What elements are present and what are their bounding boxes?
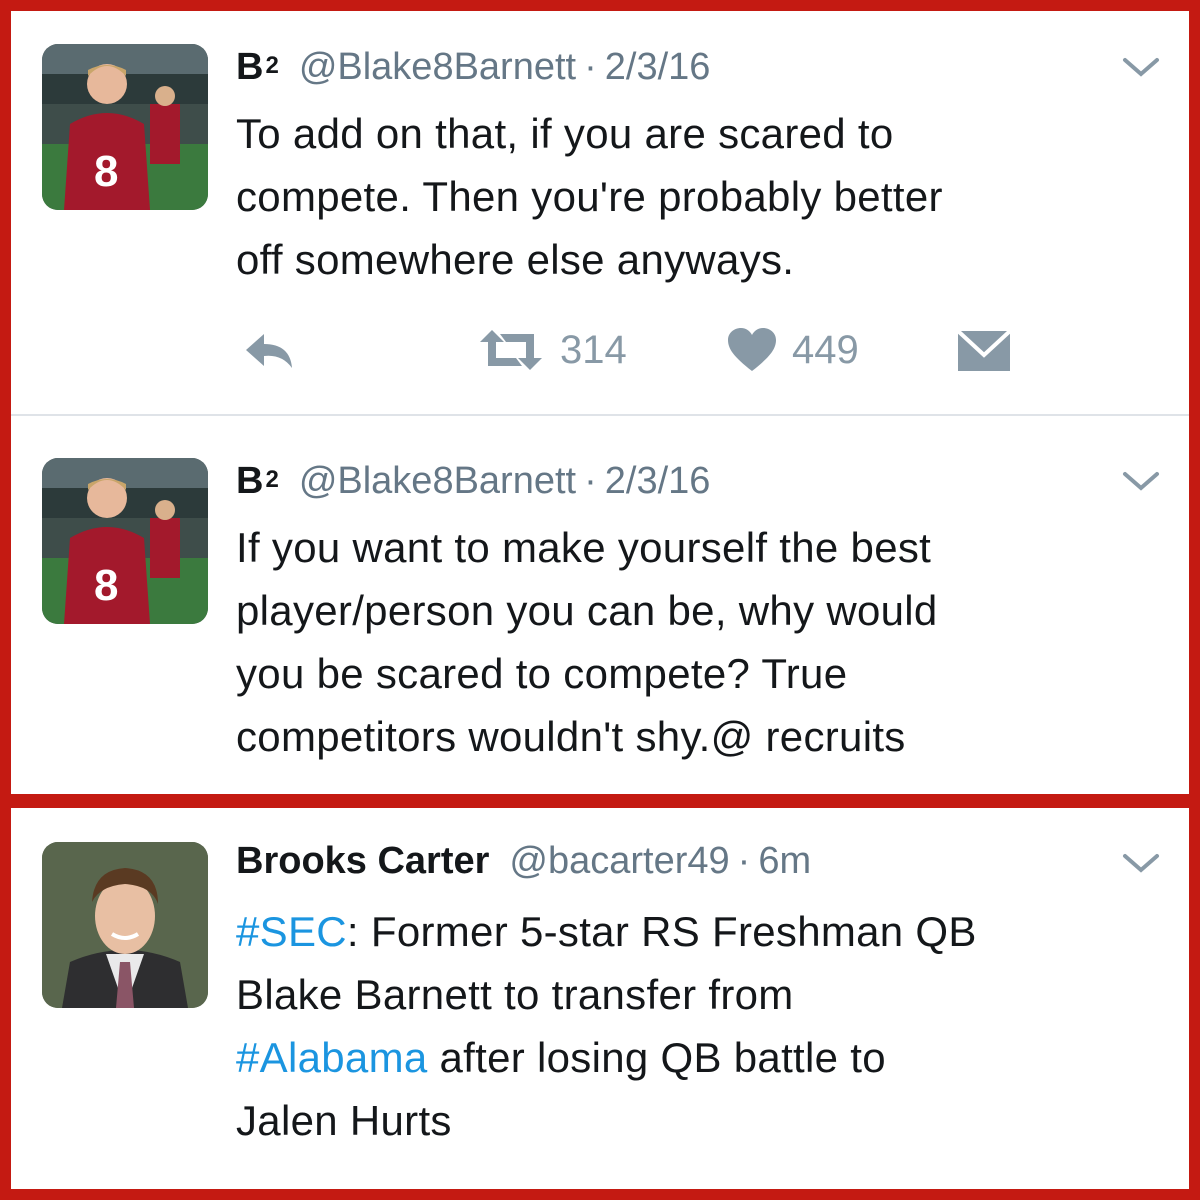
username[interactable]: @Blake8Barnett — [299, 42, 576, 92]
tweet-header: B2 @Blake8Barnett · 2/3/16 — [236, 42, 710, 92]
timestamp[interactable]: 2/3/16 — [605, 456, 711, 506]
svg-text:8: 8 — [94, 561, 118, 610]
display-name[interactable]: B2 — [236, 456, 279, 511]
tweet-text: #SEC: Former 5-star RS Freshman QB Blake… — [236, 908, 977, 1144]
timestamp[interactable]: 6m — [758, 836, 811, 886]
reply-button[interactable] — [240, 320, 298, 380]
hashtag-link[interactable]: #Alabama — [236, 1034, 428, 1081]
red-divider — [0, 794, 1200, 808]
retweet-icon — [480, 330, 542, 370]
tweet-text: If you want to make yourself the best pl… — [236, 524, 938, 760]
reply-icon — [246, 334, 292, 368]
avatar[interactable] — [42, 842, 208, 1008]
tweet-header: Brooks Carter @bacarter49 · 6m — [236, 836, 811, 886]
tweet-text: To add on that, if you are scared to com… — [236, 110, 943, 283]
timestamp[interactable]: 2/3/16 — [605, 42, 711, 92]
tweet-separator — [11, 414, 1189, 416]
avatar[interactable]: 8 — [42, 458, 208, 624]
tweet-actions: 314 449 — [236, 320, 1036, 380]
dm-icon — [956, 329, 1012, 371]
separator-dot: · — [584, 46, 597, 88]
display-name[interactable]: B2 — [236, 42, 279, 97]
chevron-down-icon[interactable] — [1120, 848, 1162, 878]
like-button[interactable]: 449 — [726, 320, 859, 380]
heart-icon — [728, 328, 776, 371]
chevron-down-icon[interactable] — [1120, 52, 1162, 82]
retweet-count: 314 — [560, 327, 627, 372]
dm-button[interactable] — [956, 320, 1012, 380]
chevron-down-icon[interactable] — [1120, 466, 1162, 496]
separator-dot: · — [737, 840, 751, 882]
display-name[interactable]: Brooks Carter — [236, 836, 489, 886]
hashtag-link[interactable]: #SEC — [236, 908, 347, 955]
tweet-header: B2 @Blake8Barnett · 2/3/16 — [236, 456, 710, 506]
separator-dot: · — [584, 460, 597, 502]
avatar[interactable]: 8 — [42, 44, 208, 210]
username[interactable]: @bacarter49 — [509, 836, 729, 886]
retweet-button[interactable]: 314 — [476, 320, 627, 380]
like-count: 449 — [792, 327, 859, 372]
svg-text:8: 8 — [94, 147, 118, 196]
username[interactable]: @Blake8Barnett — [299, 456, 576, 506]
